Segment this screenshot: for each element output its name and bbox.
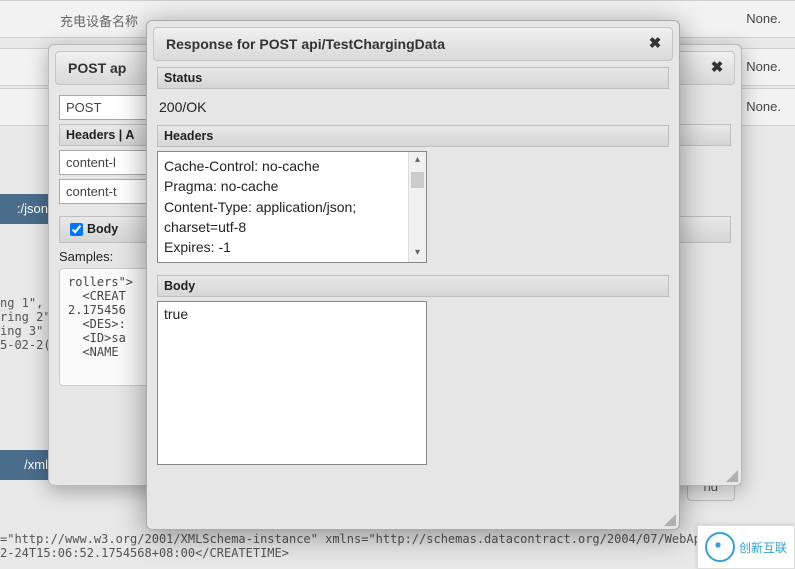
bg-none-1: None. (746, 11, 781, 26)
response-headers-text: Cache-Control: no-cache Pragma: no-cache… (158, 152, 426, 261)
response-body-text: true (164, 306, 188, 322)
dialog1-resize-handle[interactable] (724, 468, 738, 482)
dialog2-title: Response for POST api/TestChargingData (166, 36, 445, 52)
tab-xml[interactable]: /xml (0, 450, 54, 480)
bg-none-3: None. (746, 99, 781, 114)
bg-none-2: None. (746, 59, 781, 74)
response-body-box[interactable]: true (157, 301, 427, 465)
body-section-label: Body (87, 222, 118, 236)
bg-code-bottom: ="http://www.w3.org/2001/XMLSchema-insta… (0, 532, 795, 560)
scroll-up-icon[interactable]: ▴ (409, 152, 426, 169)
watermark: 创新互联 (697, 525, 795, 569)
response-headers-header: Headers (157, 125, 669, 147)
bg-field-label: 充电设备名称 (60, 11, 138, 30)
response-body-header: Body (157, 275, 669, 297)
scrollbar[interactable]: ▴ ▾ (408, 152, 426, 262)
dialog-response: Response for POST api/TestChargingData ✖… (146, 20, 680, 530)
dialog2-resize-handle[interactable] (662, 512, 676, 526)
dialog2-titlebar[interactable]: Response for POST api/TestChargingData ✖ (153, 27, 673, 61)
body-checkbox[interactable] (70, 223, 83, 236)
response-headers-box[interactable]: Cache-Control: no-cache Pragma: no-cache… (157, 151, 427, 263)
scroll-thumb[interactable] (411, 172, 424, 188)
watermark-logo-icon (705, 532, 735, 562)
dialog1-title: POST ap (68, 60, 126, 76)
scroll-down-icon[interactable]: ▾ (409, 245, 426, 262)
status-header: Status (157, 67, 669, 89)
sample-text: rollers"> <CREAT 2.175456 <DES>: <ID>sa … (68, 275, 133, 359)
sample-box: rollers"> <CREAT 2.175456 <DES>: <ID>sa … (59, 268, 157, 386)
dialog2-close-icon[interactable]: ✖ (646, 34, 664, 52)
dialog1-close-icon[interactable]: ✖ (708, 58, 726, 76)
status-text: 200/OK (157, 93, 669, 121)
watermark-text: 创新互联 (739, 539, 787, 556)
tab-json[interactable]: :/json (0, 194, 54, 224)
